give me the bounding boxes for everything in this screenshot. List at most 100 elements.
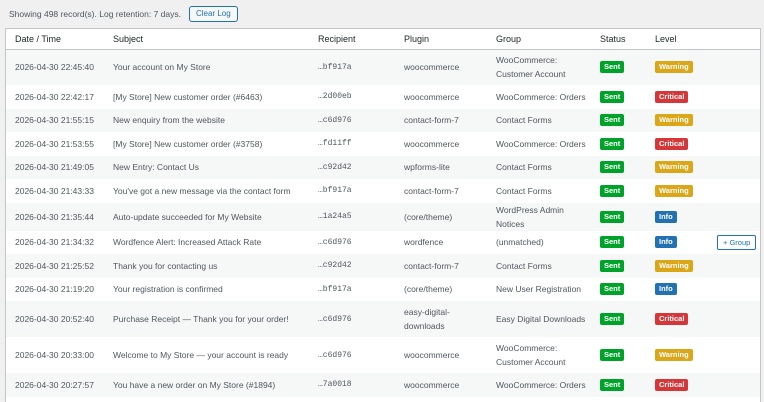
level-badge: Info	[655, 283, 677, 296]
level-badge: Info	[655, 210, 677, 223]
cell-date: 2026-04-30 21:34:32	[15, 237, 94, 248]
cell-actions	[708, 301, 760, 337]
cell-subject: New Entry: Contact Us	[113, 162, 199, 173]
cell-plugin: wordfence	[404, 237, 444, 248]
column-header-group[interactable]: Group	[487, 29, 591, 50]
table-row[interactable]: 2026-04-30 21:43:33 You've got a new mess…	[6, 179, 760, 203]
column-header-plugin[interactable]: Plugin	[395, 29, 487, 50]
cell-subject: Purchase Receipt — Thank you for your or…	[113, 314, 289, 324]
cell-plugin: (core/theme)	[404, 211, 453, 222]
cell-actions	[708, 85, 760, 109]
cell-subject: You've got a new message via the contact…	[113, 185, 291, 196]
table-header-row: Date / Time Subject Recipient Plugin Gro…	[6, 29, 760, 50]
cell-subject: Your account on My Store	[113, 62, 211, 73]
cell-date: 2026-04-30 22:42:17	[15, 91, 94, 102]
cell-status: Sent	[591, 179, 646, 203]
add-group-button[interactable]: + Group	[717, 234, 757, 250]
email-log-table: Date / Time Subject Recipient Plugin Gro…	[5, 28, 761, 402]
cell-date: 2026-04-30 20:18:26	[6, 397, 104, 402]
status-badge: Sent	[600, 259, 625, 272]
cell-date: 2026-04-30 21:25:52	[15, 260, 94, 271]
cell-plugin: woocommerce	[404, 91, 460, 102]
level-badge: Critical	[655, 378, 689, 391]
cell-actions	[708, 109, 760, 133]
cell-status: Sent	[591, 337, 646, 373]
table-row[interactable]: 2026-04-30 21:34:32 Wordfence Alert: Incr…	[6, 230, 760, 255]
clear-log-button[interactable]: Clear Log	[189, 6, 238, 22]
level-badge: Warning	[655, 161, 693, 174]
table-row[interactable]: 2026-04-30 21:25:52 Thank you for contact…	[6, 254, 760, 278]
table-row[interactable]: 2026-04-30 21:19:20 Your registration is …	[6, 277, 760, 302]
cell-subject: Your registration is confirmed	[113, 284, 223, 295]
table-row[interactable]: 2026-04-30 21:35:44 Auto-update succeeded…	[6, 202, 760, 231]
cell-subject: Thank you for contacting us	[113, 260, 218, 271]
cell-status: Sent	[591, 203, 646, 231]
status-badge: Sent	[600, 61, 625, 74]
column-header-date[interactable]: Date / Time	[6, 29, 104, 50]
cell-group: WordPress Admin Notices	[496, 204, 564, 229]
cell-actions	[708, 156, 760, 180]
column-header-recipient[interactable]: Recipient	[309, 29, 395, 50]
cell-status: Sent	[591, 254, 646, 278]
cell-subject: [My Store] New customer order (#3758)	[113, 138, 263, 149]
cell-status: Sent	[591, 49, 646, 85]
cell-status: Sent	[591, 85, 646, 109]
table-row[interactable]: 2026-04-30 20:27:57 You have a new order …	[6, 373, 760, 397]
status-badge: Sent	[600, 161, 625, 174]
cell-status: Sent	[591, 373, 646, 397]
cell-plugin: easy-digital-downloads	[404, 307, 450, 331]
cell-recipient: …2d00eb	[318, 92, 352, 102]
cell-subject: Auto-update succeeded for My Website	[113, 211, 262, 222]
level-badge: Warning	[655, 259, 693, 272]
cell-date: 2026-04-30 20:33:00	[15, 350, 94, 360]
level-badge: Critical	[655, 90, 689, 103]
cell-actions	[708, 132, 760, 156]
cell-group: WooCommerce: Customer Account	[496, 55, 566, 80]
cell-actions	[708, 278, 760, 302]
cell-status: Sent	[591, 301, 646, 337]
cell-group: WooCommerce: Orders	[496, 379, 586, 390]
cell-level: Critical	[646, 301, 708, 337]
table-row[interactable]: 2026-04-30 21:53:55 [My Store] New custom…	[6, 132, 760, 156]
cell-group: WooCommerce: Orders	[496, 91, 586, 102]
cell-recipient: …c92d42	[318, 162, 352, 172]
cell-group: Contact Forms	[496, 115, 552, 126]
column-header-level[interactable]: Level	[646, 29, 708, 50]
table-row[interactable]: 2026-04-30 21:49:05 New Entry: Contact Us…	[6, 155, 760, 180]
table-row[interactable]: 2026-04-30 20:18:26You have a new order …	[6, 396, 760, 402]
cell-level: Info	[646, 203, 708, 231]
table-row[interactable]: 2026-04-30 20:33:00 Welcome to My Store —…	[6, 337, 760, 373]
table-row[interactable]: 2026-04-30 21:55:15 New enquiry from the …	[6, 108, 760, 133]
cell-actions	[708, 49, 760, 85]
level-badge: Warning	[655, 349, 693, 361]
cell-actions	[708, 337, 760, 373]
column-header-subject[interactable]: Subject	[104, 29, 309, 50]
column-header-status[interactable]: Status	[591, 29, 646, 50]
cell-level: Info	[646, 231, 708, 255]
cell-actions	[708, 397, 760, 402]
table-row[interactable]: 2026-04-30 20:52:40 Purchase Receipt — Th…	[6, 301, 760, 337]
level-badge: Critical	[655, 137, 689, 150]
cell-recipient: …1a24a5	[309, 397, 395, 402]
cell-group: Contact Forms	[496, 260, 552, 271]
status-badge: Sent	[600, 114, 625, 127]
level-badge: Info	[655, 236, 677, 249]
status-badge: Sent	[600, 313, 625, 325]
cell-status: Sent	[591, 278, 646, 302]
table-row[interactable]: 2026-04-30 22:42:17 [My Store] New custom…	[6, 85, 760, 109]
cell-group: Easy Digital Downloads	[496, 314, 586, 324]
status-badge: Sent	[600, 378, 625, 391]
cell-actions	[708, 254, 760, 278]
cell-date: 2026-04-30 21:43:33	[15, 185, 94, 196]
cell-date: 2026-04-30 21:19:20	[15, 284, 94, 295]
table-row[interactable]: 2026-04-30 22:45:40 Your account on My St…	[6, 49, 760, 85]
cell-actions	[708, 203, 760, 231]
cell-actions	[708, 179, 760, 203]
cell-group: WooCommerce: Orders	[487, 397, 591, 402]
cell-date: 2026-04-30 21:53:55	[15, 138, 94, 149]
cell-recipient: …bf917a	[318, 62, 352, 72]
status-badge: Sent	[600, 236, 625, 249]
cell-plugin: woocommerce	[404, 62, 460, 73]
cell-level: Warning	[646, 156, 708, 180]
log-toolbar: Showing 498 record(s). Log retention: 7 …	[9, 6, 238, 22]
